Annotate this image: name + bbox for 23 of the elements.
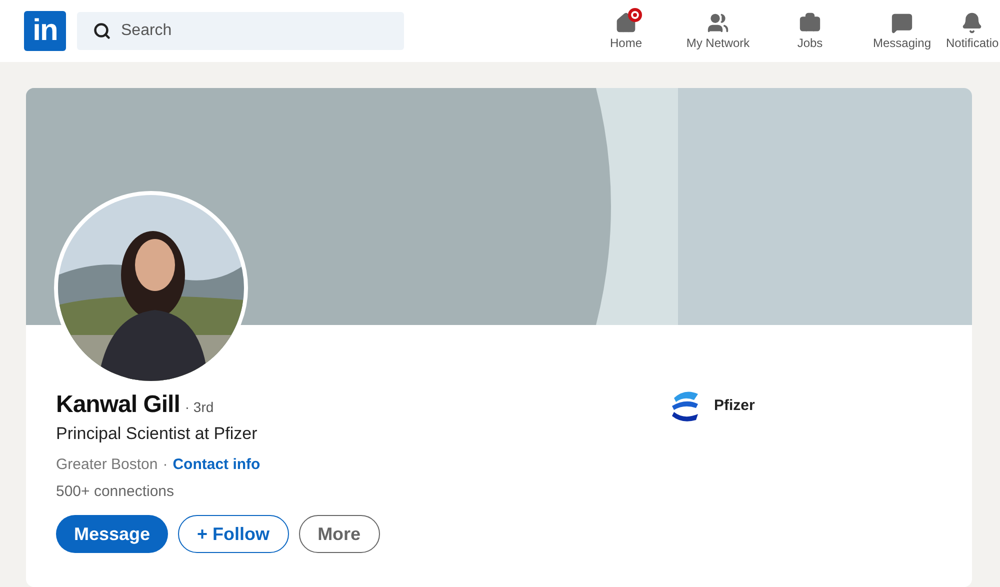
nav-item[interactable]: Messaging (856, 12, 948, 50)
headline: Principal Scientist at Pfizer (56, 424, 258, 444)
connections-count: 500+ connections (56, 483, 176, 500)
logo[interactable]: in (24, 11, 66, 51)
connection-degree: · 3rd (184, 399, 214, 415)
profile-name: Kanwal Gill (56, 391, 180, 419)
briefcase-icon (799, 12, 821, 34)
search-field[interactable]: Search (77, 12, 404, 50)
follow-button[interactable]: + Follow (178, 515, 289, 553)
chat-bubble-icon (891, 12, 913, 34)
message-button[interactable]: Message (56, 515, 168, 553)
search-icon (93, 22, 111, 40)
contact-info-link[interactable]: Contact info (172, 456, 260, 473)
nav-item[interactable]: Home (580, 12, 672, 50)
location: Greater Boston (56, 456, 158, 473)
bell-icon (961, 12, 984, 34)
people-icon (707, 12, 729, 34)
nav-item[interactable]: Jobs (764, 12, 856, 50)
nav-item[interactable]: Notificatio (946, 12, 999, 50)
more-button[interactable]: More (298, 515, 380, 553)
separator-dot: · (162, 456, 168, 473)
nav-item[interactable]: My Network (672, 12, 764, 50)
company-name[interactable]: Pfizer (714, 396, 755, 414)
